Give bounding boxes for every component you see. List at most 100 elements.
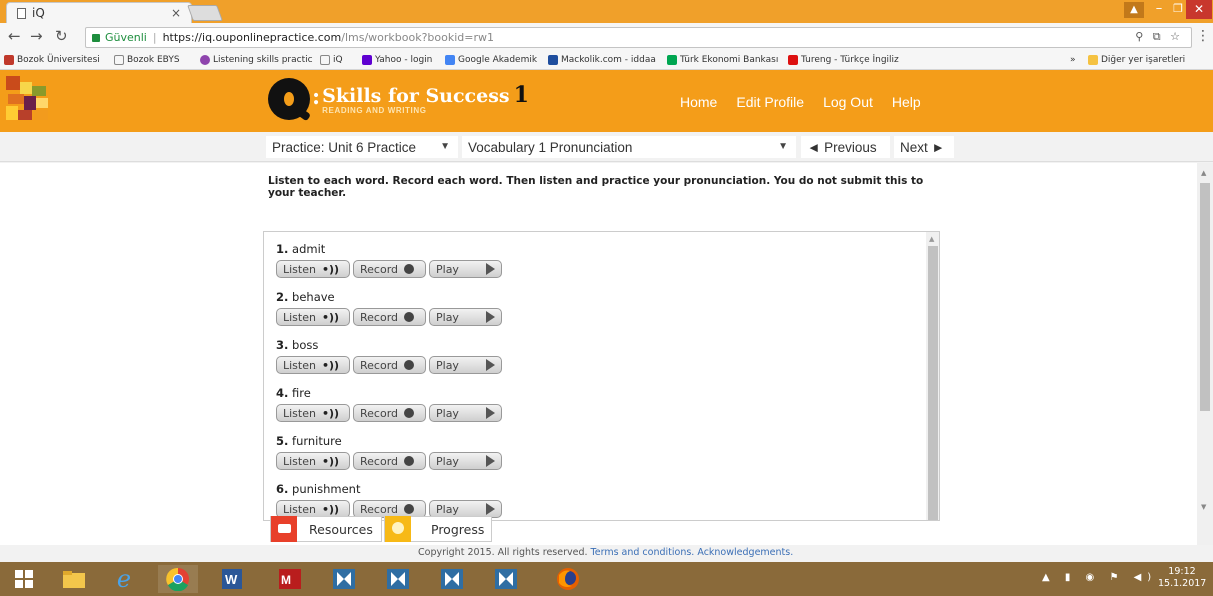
tureng-icon xyxy=(788,55,798,65)
bookmark-item[interactable]: Yahoo - login xyxy=(362,55,432,65)
bookmark-item[interactable]: Bozok Üniversitesi xyxy=(4,55,100,65)
previous-button[interactable]: ◄ Previous xyxy=(801,136,890,158)
firefox-icon[interactable] xyxy=(548,565,588,593)
user-profile-icon[interactable]: ▲ xyxy=(1124,2,1144,18)
play-icon xyxy=(486,311,495,323)
chrome-icon[interactable] xyxy=(158,565,198,593)
record-button[interactable]: Record xyxy=(353,452,426,470)
bookmarks-overflow[interactable]: » xyxy=(1070,55,1076,65)
new-tab-button[interactable] xyxy=(187,5,223,21)
chevron-down-icon: ▼ xyxy=(440,141,450,152)
scroll-down-icon[interactable]: ▼ xyxy=(1201,503,1206,511)
url-host: https://iq.ouponlinepractice.com xyxy=(162,31,342,44)
site-header: : Skills for Success 1 READING AND WRITIN… xyxy=(0,70,1213,132)
google-scholar-icon xyxy=(445,55,455,65)
page-icon xyxy=(114,55,124,65)
list-item: 4. fire Listen •)) Record Play xyxy=(276,386,502,422)
app-icon[interactable] xyxy=(486,565,526,593)
nav-help[interactable]: Help xyxy=(892,94,921,110)
listen-button[interactable]: Listen •)) xyxy=(276,452,350,470)
file-explorer-icon[interactable] xyxy=(54,565,94,593)
speaker-icon: •)) xyxy=(321,358,340,372)
record-dot-icon xyxy=(404,312,415,322)
record-dot-icon xyxy=(404,264,415,274)
next-button[interactable]: Next ► xyxy=(894,136,954,158)
svg-text:W: W xyxy=(225,572,238,587)
bookmark-item[interactable]: Listening skills practic xyxy=(200,55,313,65)
activity-select[interactable]: Vocabulary 1 Pronunciation ▼ xyxy=(462,136,796,158)
word-icon[interactable]: W xyxy=(212,565,252,593)
listen-button[interactable]: Listen •)) xyxy=(276,404,350,422)
play-button[interactable]: Play xyxy=(429,356,502,374)
reload-icon[interactable]: ↻ xyxy=(55,27,68,45)
tab-title: iQ xyxy=(32,6,45,20)
terms-link[interactable]: Terms and conditions. xyxy=(591,547,695,558)
chevron-down-icon: ▼ xyxy=(778,141,788,152)
acknowledgements-link[interactable]: Acknowledgements. xyxy=(697,547,793,558)
maximize-button[interactable]: ❐ xyxy=(1168,0,1188,20)
taskbar-clock[interactable]: 19:12 15.1.2017 xyxy=(1158,566,1206,590)
internet-explorer-icon[interactable]: e xyxy=(104,565,144,593)
other-bookmarks[interactable]: Diğer yer işaretleri xyxy=(1088,55,1185,65)
windows-start-icon[interactable] xyxy=(4,565,44,593)
nav-edit-profile[interactable]: Edit Profile xyxy=(736,94,804,110)
bookmark-item[interactable]: Türk Ekonomi Bankası xyxy=(667,55,778,65)
nav-home[interactable]: Home xyxy=(680,94,717,110)
word-list: 1. admit Listen •)) Record Play 2. behave… xyxy=(263,231,940,521)
folder-icon xyxy=(1088,55,1098,65)
page-scrollbar[interactable]: ▲ ▼ xyxy=(1197,163,1213,545)
browser-tab[interactable]: iQ × xyxy=(6,2,192,23)
listen-button[interactable]: Listen •)) xyxy=(276,260,350,278)
scroll-up-icon[interactable]: ▲ xyxy=(1201,169,1206,177)
progress-tab[interactable]: Progress xyxy=(384,516,492,542)
zoom-translate-star-icons[interactable]: ⚲ ⧉ ☆ xyxy=(1135,30,1183,44)
play-button[interactable]: Play xyxy=(429,308,502,326)
listen-button[interactable]: Listen •)) xyxy=(276,356,350,374)
tab-close-icon[interactable]: × xyxy=(171,6,181,20)
scrollbar-thumb[interactable] xyxy=(928,246,938,520)
unit-select[interactable]: Practice: Unit 6 Practice ▼ xyxy=(266,136,458,158)
back-icon[interactable]: ← xyxy=(8,27,21,45)
copyright-text: Copyright 2015. All rights reserved. xyxy=(418,547,588,558)
url-input[interactable]: Güvenli | https://iq.ouponlinepractice.c… xyxy=(85,27,1192,48)
record-dot-icon xyxy=(404,456,415,466)
play-button[interactable]: Play xyxy=(429,452,502,470)
bookmark-item[interactable]: Mackolik.com - iddaa xyxy=(548,55,656,65)
app-icon[interactable] xyxy=(432,565,472,593)
resources-tab[interactable]: Resources xyxy=(270,516,382,542)
record-dot-icon xyxy=(404,360,415,370)
bank-icon xyxy=(667,55,677,65)
record-button[interactable]: Record xyxy=(353,356,426,374)
nav-log-out[interactable]: Log Out xyxy=(823,94,873,110)
bookmark-item[interactable]: Tureng - Türkçe İngiliz xyxy=(788,55,899,65)
list-item: 6. punishment Listen •)) Record Play xyxy=(276,482,502,518)
window-close-button[interactable]: ✕ xyxy=(1186,0,1212,19)
speaker-icon: •)) xyxy=(321,454,340,468)
scrollbar-thumb[interactable] xyxy=(1200,183,1210,411)
bookmark-item[interactable]: Google Akademik xyxy=(445,55,537,65)
system-tray-icons[interactable]: ▲ ▮ ◉ ⚑ ◀) xyxy=(1042,572,1157,583)
record-button[interactable]: Record xyxy=(353,404,426,422)
secure-label: Güvenli xyxy=(105,31,147,44)
app-icon[interactable] xyxy=(324,565,364,593)
instructions-text: Listen to each word. Record each word. T… xyxy=(268,175,924,199)
speaker-icon: •)) xyxy=(321,502,340,516)
bookmark-item[interactable]: iQ xyxy=(320,55,343,65)
word-list-scrollbar[interactable]: ▲ xyxy=(926,232,939,520)
minimize-button[interactable]: – xyxy=(1149,0,1169,20)
play-button[interactable]: Play xyxy=(429,260,502,278)
record-button[interactable]: Record xyxy=(353,308,426,326)
svg-text:M: M xyxy=(281,573,291,587)
bookmarks-bar: Bozok Üniversitesi Bozok EBYS Listening … xyxy=(0,51,1213,70)
speaker-icon: •)) xyxy=(321,262,340,276)
play-button[interactable]: Play xyxy=(429,404,502,422)
app-icon[interactable] xyxy=(378,565,418,593)
app-icon[interactable]: M xyxy=(270,565,310,593)
scroll-up-icon[interactable]: ▲ xyxy=(929,235,934,243)
bookmark-item[interactable]: Bozok EBYS xyxy=(114,55,180,65)
forward-icon[interactable]: → xyxy=(30,27,43,45)
listen-button[interactable]: Listen •)) xyxy=(276,308,350,326)
bookmark-icon xyxy=(4,55,14,65)
browser-menu-icon[interactable]: ⋮ xyxy=(1196,28,1210,44)
record-button[interactable]: Record xyxy=(353,260,426,278)
